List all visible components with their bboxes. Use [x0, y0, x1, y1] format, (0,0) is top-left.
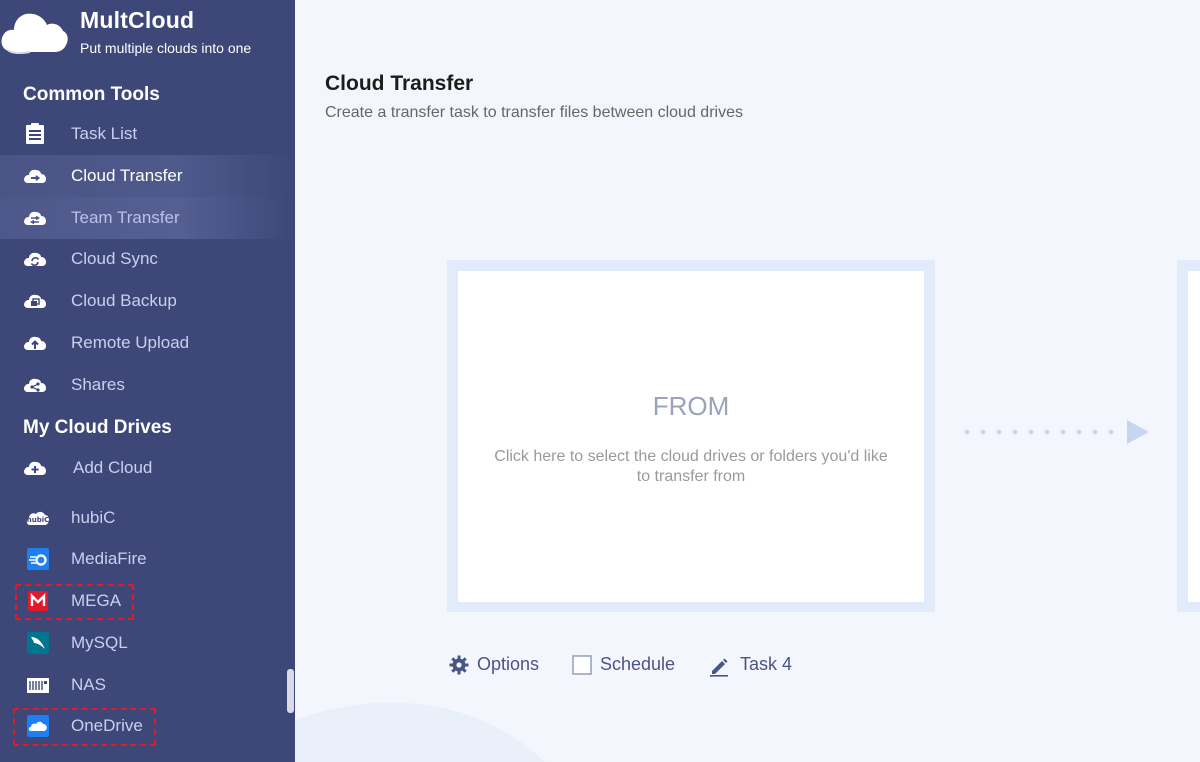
page-subtitle: Create a transfer task to transfer files…	[325, 104, 743, 121]
task-list-icon	[26, 123, 44, 144]
my-cloud-drives-title: My Cloud Drives	[23, 417, 172, 438]
sidebar-item-cloud-transfer[interactable]: Cloud Transfer	[0, 155, 295, 197]
sidebar-item-onedrive[interactable]: OneDrive	[0, 706, 295, 746]
from-description: Click here to select the cloud drives or…	[494, 448, 888, 485]
add-cloud-label: Add Cloud	[73, 458, 153, 477]
sidebar-item-cloud-backup[interactable]: Cloud Backup	[0, 280, 295, 322]
sidebar-item-team-transfer[interactable]: Team Transfer	[0, 197, 295, 239]
from-title: FROM	[652, 391, 730, 421]
sidebar-item-label: Cloud Transfer	[71, 166, 183, 185]
task-name: Task 4	[740, 654, 793, 674]
sidebar-item-label: hubiC	[71, 508, 116, 527]
to-select-area[interactable]	[1188, 271, 1200, 602]
sidebar-item-mediafire[interactable]: MediaFire	[0, 539, 295, 579]
pencil-icon	[710, 658, 728, 677]
remote-upload-icon	[24, 336, 46, 350]
sidebar-scrollbar-thumb[interactable]	[287, 669, 294, 713]
checkbox-icon	[572, 655, 592, 675]
sidebar-item-mysql[interactable]: MySQL	[0, 623, 295, 663]
sidebar-item-shares[interactable]: Shares	[0, 364, 295, 406]
add-cloud-icon	[24, 461, 46, 475]
from-select-area[interactable]: FROM Click here to select the cloud driv…	[458, 271, 924, 602]
team-transfer-icon	[24, 211, 46, 225]
sidebar-item-nas[interactable]: NAS	[0, 665, 295, 705]
sidebar-item-label: Remote Upload	[71, 333, 190, 352]
common-tools-title: Common Tools	[23, 84, 160, 105]
brand-header[interactable]: MultCloud Put multiple clouds into one	[0, 0, 295, 64]
cloud-backup-icon	[24, 294, 46, 308]
mediafire-icon	[27, 548, 49, 570]
sidebar-item-label: MySQL	[71, 633, 128, 652]
sidebar: MultCloud Put multiple clouds into one C…	[0, 0, 295, 762]
to-panel[interactable]	[1177, 260, 1200, 612]
sidebar-item-label: Cloud Sync	[71, 249, 158, 268]
transfer-arrow-icon	[964, 420, 1149, 444]
sidebar-item-label: MediaFire	[71, 549, 147, 568]
sidebar-item-label: MEGA	[71, 591, 122, 610]
sidebar-item-label: NAS	[71, 675, 106, 694]
hubic-icon: hubiC	[27, 511, 50, 525]
options-label: Options	[477, 654, 540, 674]
cloud-transfer-icon	[24, 169, 46, 183]
add-cloud-button[interactable]: Add Cloud	[0, 447, 295, 489]
from-panel: FROM Click here to select the cloud driv…	[447, 260, 935, 612]
nas-icon	[27, 678, 49, 693]
schedule-label: Schedule	[600, 654, 676, 674]
cloud-sync-icon	[24, 252, 46, 266]
sidebar-item-hubic[interactable]: hubiC hubiC	[0, 498, 295, 538]
sidebar-item-label: Team Transfer	[71, 208, 180, 227]
brand-tagline: Put multiple clouds into one	[80, 40, 252, 56]
multcloud-logo-icon	[1, 13, 68, 55]
mega-icon	[28, 591, 48, 611]
brand-name: MultCloud	[80, 7, 195, 33]
sidebar-item-label: Task List	[71, 124, 138, 143]
shares-icon	[24, 378, 46, 392]
svg-text:hubiC: hubiC	[27, 516, 50, 524]
options-button[interactable]: Options	[449, 654, 549, 678]
page-title: Cloud Transfer	[325, 72, 474, 95]
sidebar-item-remote-upload[interactable]: Remote Upload	[0, 322, 295, 364]
sidebar-item-task-list[interactable]: Task List	[0, 113, 295, 155]
background-wave-decoration	[295, 702, 545, 762]
sidebar-item-label: Shares	[71, 375, 125, 394]
mysql-icon	[27, 632, 49, 654]
sidebar-item-cloud-sync[interactable]: Cloud Sync	[0, 238, 295, 280]
schedule-checkbox[interactable]: Schedule	[572, 654, 687, 678]
gear-icon	[449, 655, 469, 675]
sidebar-item-mega[interactable]: MEGA	[0, 581, 295, 621]
sidebar-item-label: Cloud Backup	[71, 291, 177, 310]
main-content: Cloud Transfer Create a transfer task to…	[295, 0, 1200, 762]
task-name-edit[interactable]: Task 4	[709, 654, 804, 678]
onedrive-icon	[27, 715, 49, 737]
sidebar-item-label: OneDrive	[71, 716, 143, 735]
